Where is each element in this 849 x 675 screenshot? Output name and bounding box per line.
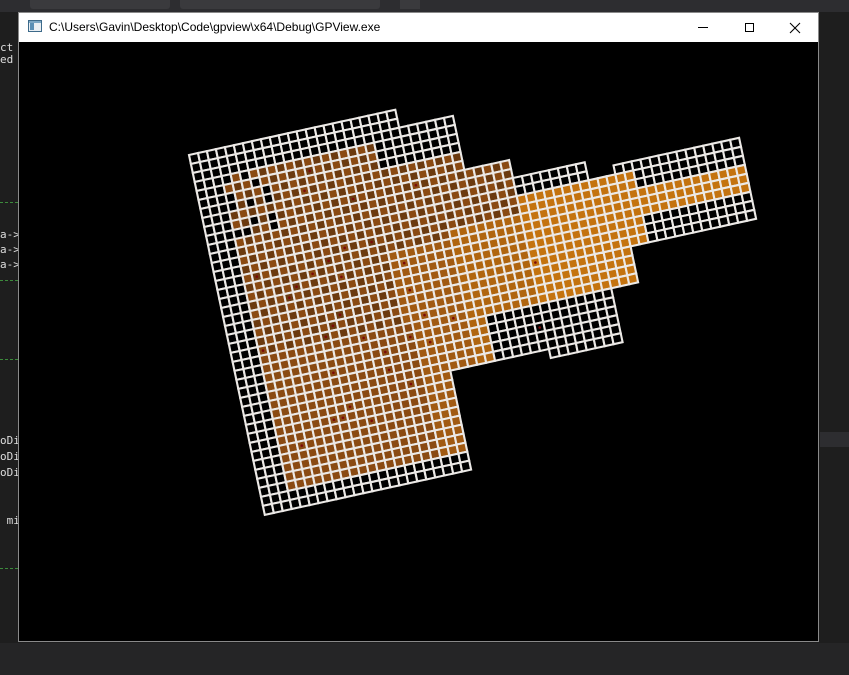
code-line: a-> xyxy=(0,228,18,241)
code-line: a-> xyxy=(0,243,18,256)
code-separator xyxy=(0,568,18,569)
mesh-defect xyxy=(414,183,418,187)
code-line: mi xyxy=(0,514,18,527)
mesh-defect xyxy=(538,326,541,329)
mesh-defect xyxy=(409,335,412,339)
mesh-defect xyxy=(370,240,373,244)
mesh-defect xyxy=(311,272,314,276)
mesh-defect xyxy=(332,418,336,422)
code-separator xyxy=(0,202,18,203)
code-separator xyxy=(0,280,18,281)
mesh-defect xyxy=(384,350,387,354)
close-icon xyxy=(789,22,801,33)
ide-side-panel xyxy=(820,432,849,447)
mesh-defect xyxy=(348,405,352,409)
mesh-defect xyxy=(387,368,391,372)
mesh-defect xyxy=(343,246,347,250)
mesh-defect xyxy=(428,340,432,344)
ide-dropdown[interactable] xyxy=(400,0,420,9)
maximize-button[interactable] xyxy=(726,13,772,42)
minimize-icon xyxy=(698,27,708,28)
code-line: a-> xyxy=(0,258,18,271)
render-viewport[interactable] xyxy=(19,42,818,641)
code-line: oDi xyxy=(0,434,18,447)
ide-bottom-panel xyxy=(0,643,849,675)
mesh-defect xyxy=(327,259,330,263)
mesh-defect xyxy=(370,419,374,423)
maximize-icon xyxy=(744,23,754,32)
mesh-defect xyxy=(409,382,413,386)
code-separator xyxy=(0,359,18,360)
mesh-defect xyxy=(288,296,291,299)
code-line: ed xyxy=(0,53,14,66)
mesh-defect xyxy=(332,371,335,375)
mesh-defect xyxy=(341,416,345,420)
mesh-defect xyxy=(303,189,306,193)
mesh-defect xyxy=(300,444,304,447)
application-icon[interactable] xyxy=(28,20,42,32)
grid-mesh xyxy=(187,108,758,517)
mesh-defect xyxy=(351,197,355,201)
mesh-defect xyxy=(338,313,342,317)
title-bar[interactable]: C:\Users\Gavin\Desktop\Code\gpview\x64\D… xyxy=(19,13,818,42)
mesh-defect xyxy=(534,261,537,264)
mesh-defect xyxy=(452,316,455,320)
ide-tab[interactable] xyxy=(180,0,380,9)
code-line: oDi xyxy=(0,466,18,479)
mesh-defect xyxy=(340,275,343,279)
mesh-defect xyxy=(362,336,365,340)
mesh-defect xyxy=(408,288,412,292)
mesh-defect xyxy=(423,313,426,317)
minimize-button[interactable] xyxy=(680,13,726,42)
mesh-cell xyxy=(610,331,624,346)
window-title: C:\Users\Gavin\Desktop\Code\gpview\x64\D… xyxy=(49,20,381,34)
mesh-defect xyxy=(308,169,312,173)
mesh-defect xyxy=(402,261,406,265)
ide-tab[interactable] xyxy=(30,0,170,9)
ide-tab-bar xyxy=(0,0,849,12)
mesh-defect xyxy=(261,349,265,352)
mesh-cell xyxy=(459,459,473,473)
close-button[interactable] xyxy=(772,13,818,42)
gpview-window: C:\Users\Gavin\Desktop\Code\gpview\x64\D… xyxy=(18,12,819,642)
code-line: oDi xyxy=(0,450,18,463)
mesh-defect xyxy=(295,285,298,288)
mesh-defect xyxy=(255,275,259,278)
mesh-defect xyxy=(324,335,328,339)
mesh-render xyxy=(187,108,758,517)
mesh-cell xyxy=(626,272,640,286)
mesh-defect xyxy=(331,324,335,328)
mesh-cell xyxy=(744,208,758,223)
